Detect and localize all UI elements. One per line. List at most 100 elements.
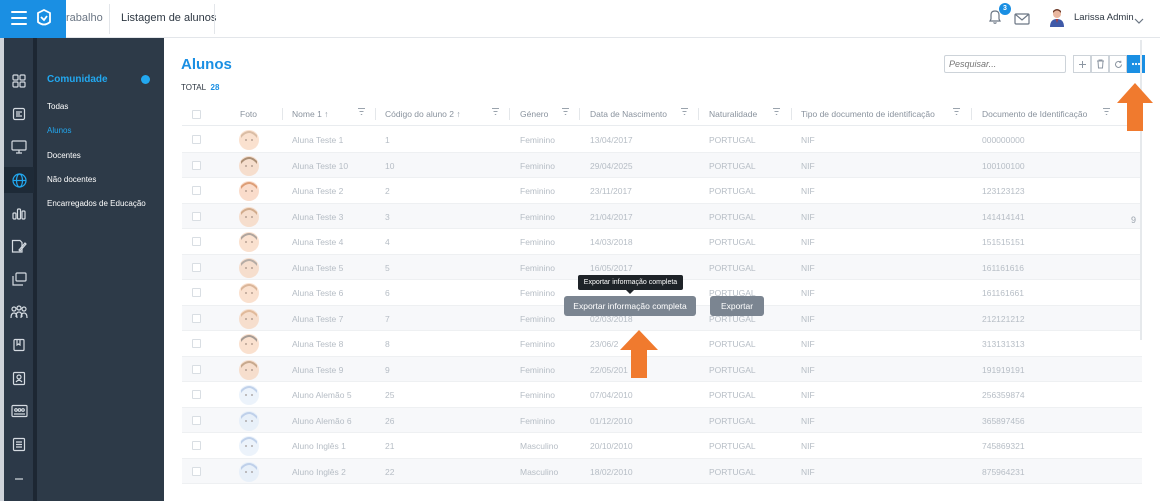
filter-icon[interactable] [491,107,500,118]
contact-card-icon[interactable] [4,365,34,391]
column-divider[interactable] [282,108,283,120]
user-name[interactable]: Larissa Admin [1074,12,1134,23]
table-row[interactable]: Aluna Teste 9 9 Feminino 22/05/201 PORTUGAL N… [182,356,1142,382]
column-header-nome[interactable]: Nome 1 ↑ [292,109,328,119]
list-document-icon[interactable] [4,431,34,457]
edit-document-icon[interactable] [4,233,34,259]
table-cell: NIF [801,415,815,426]
row-checkbox[interactable] [192,135,201,144]
book-icon[interactable] [4,332,34,358]
monitor-icon[interactable] [4,134,34,160]
row-checkbox[interactable] [192,441,201,450]
table-row[interactable]: Aluna Teste 4 4 Feminino 14/03/2018 PORTUGAL… [182,229,1142,255]
table-cell: 151515151 [982,237,1025,247]
table-row[interactable]: Aluna Teste 8 8 Feminino 23/06/2 PORTUGAL NIF… [182,331,1142,357]
table-cell: 18/02/2010 [590,466,633,477]
filter-icon[interactable] [1102,107,1111,118]
annotation-arrow-up-icon [620,330,658,383]
gradebook-icon[interactable] [4,101,34,127]
sort-arrow-up-icon[interactable]: ↑ [324,109,328,119]
row-checkbox[interactable] [192,211,201,221]
search-input[interactable] [944,55,1066,73]
row-checkbox[interactable] [192,364,201,374]
row-checkbox[interactable] [192,160,201,170]
column-divider[interactable] [698,108,699,120]
table-cell: Feminino [520,262,555,273]
filter-icon[interactable] [357,107,366,118]
row-checkbox[interactable] [192,313,201,323]
filter-icon[interactable] [952,107,961,118]
table-cell: 29/04/2025 [590,160,633,171]
table-cell: PORTUGAL [709,415,756,426]
column-header-documento[interactable]: Documento de Identificação [982,109,1087,119]
filter-icon[interactable] [680,107,689,118]
globe-icon[interactable] [4,167,34,193]
table-cell: PORTUGAL [709,262,756,273]
row-checkbox[interactable] [192,339,201,348]
column-divider[interactable] [579,108,580,120]
minus-icon[interactable] [4,466,34,492]
select-all-checkbox[interactable] [192,110,201,119]
workspace-breadcrumb[interactable]: rabalho [66,12,103,24]
row-checkbox[interactable] [192,466,201,476]
table-cell: Aluna Teste 4 [292,237,344,247]
trash-icon[interactable] [1091,55,1109,73]
row-checkbox[interactable] [192,262,201,272]
table-row[interactable]: Aluno Inglês 1 21 Masculino 20/10/2010 PORTU… [182,433,1142,459]
table-row[interactable]: Aluna Teste 3 3 Feminino 21/04/2017 PORTUGAL… [182,203,1142,229]
row-checkbox[interactable] [192,288,201,297]
submenu-collapse-icon[interactable] [141,75,150,84]
chevron-down-icon[interactable] [1134,12,1144,30]
table-cell: NIF [801,390,815,400]
column-header-data-nascimento[interactable]: Data de Nascimento [590,109,667,119]
copy-icon[interactable] [4,266,34,292]
table-cell: PORTUGAL [709,364,756,375]
filter-icon[interactable] [561,107,570,118]
page-breadcrumb: Listagem de alunos [121,12,217,24]
filter-icon[interactable] [772,107,781,118]
submenu-title[interactable]: Comunidade [47,74,108,85]
plus-icon[interactable] [1073,55,1091,73]
table-row[interactable]: Aluno Inglês 2 22 Masculino 18/02/2010 PORTU… [182,458,1142,484]
mail-icon[interactable] [1014,12,1030,30]
row-checkbox[interactable] [192,237,201,246]
column-divider[interactable] [971,108,972,120]
refresh-icon[interactable] [1109,55,1127,73]
submenu-item-nao-docentes[interactable]: Não docentes [47,175,96,184]
row-checkbox[interactable] [192,390,201,399]
table-cell: 313131313 [982,339,1025,349]
table-cell: Feminino [520,288,555,298]
column-header-tipo-documento[interactable]: Tipo de documento de identificação [801,109,935,119]
column-header-foto[interactable]: Foto [240,109,257,119]
bar-chart-icon[interactable] [4,200,34,226]
submenu-item-docentes[interactable]: Docentes [47,151,81,160]
column-divider[interactable] [509,108,510,120]
column-divider[interactable] [791,108,792,120]
column-header-naturalidade[interactable]: Naturalidade [709,109,757,119]
more-options-button[interactable] [1127,55,1145,73]
submenu-item-todas[interactable]: Todas [47,102,68,111]
submenu-item-alunos[interactable]: Alunos [47,126,71,135]
row-checkbox[interactable] [192,415,201,425]
sort-arrow-up-icon[interactable]: ↑ [456,109,460,119]
column-divider[interactable] [375,108,376,120]
table-row[interactable]: Aluna Teste 2 2 Feminino 23/11/2017 PORTUGAL… [182,178,1142,204]
export-button[interactable]: Exportar [710,296,764,316]
table-row[interactable]: Aluno Alemão 5 25 Feminino 07/04/2010 PORTUG… [182,382,1142,408]
table-row[interactable]: Aluna Teste 1 1 Feminino 13/04/2017 PORTUGAL… [182,127,1142,153]
hamburger-menu-icon[interactable] [11,11,27,25]
id-badge-icon[interactable] [4,398,34,424]
app-logo-icon[interactable] [35,8,53,33]
column-header-genero[interactable]: Género [520,109,548,119]
table-cell: 21 [385,441,395,451]
export-full-button[interactable]: Exportar informação completa [564,296,696,316]
dashboard-icon[interactable] [4,68,34,94]
table-row[interactable]: Aluna Teste 10 10 Feminino 29/04/2025 PORTUG… [182,152,1142,178]
user-avatar[interactable] [1048,8,1066,28]
total-label: TOTAL [181,83,207,92]
table-row[interactable]: Aluno Alemão 6 26 Feminino 01/12/2010 PORTUG… [182,407,1142,433]
column-header-codigo[interactable]: Código do aluno 2 ↑ [385,109,461,119]
row-checkbox[interactable] [192,186,201,195]
people-group-icon[interactable] [4,299,34,325]
submenu-item-encarregados[interactable]: Encarregados de Educação [47,199,146,208]
